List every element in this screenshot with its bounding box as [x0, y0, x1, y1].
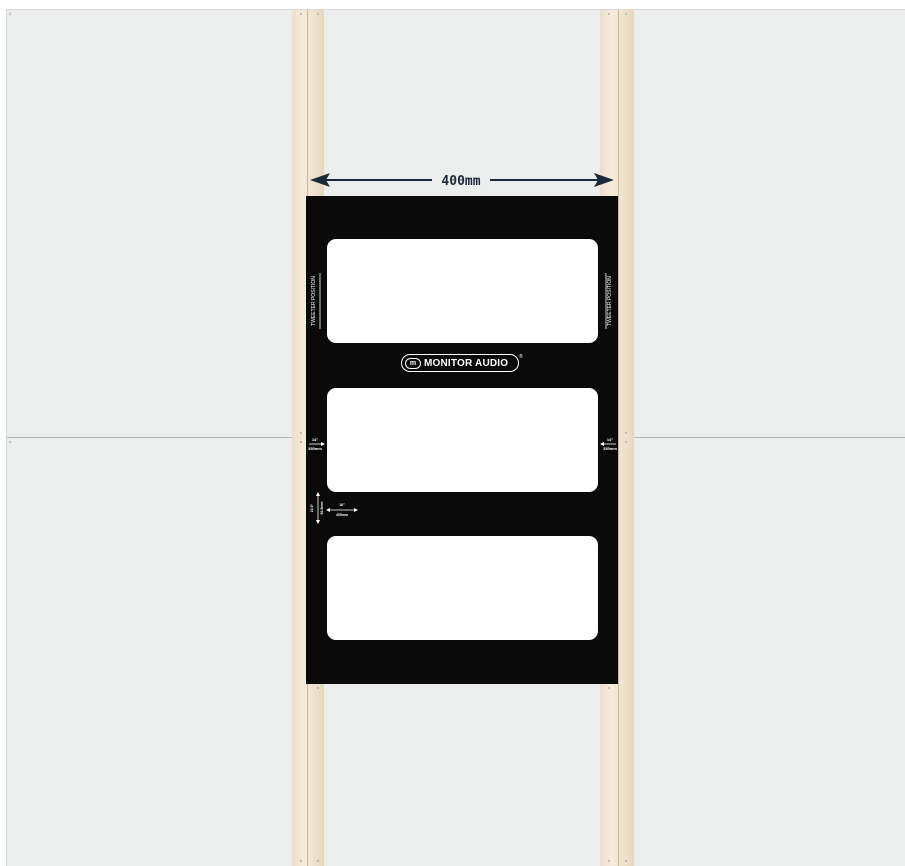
spacing-horizontal-inches: 16" — [339, 503, 345, 507]
speaker-cutout-template: m MONITOR AUDIO ® TWEETER POSITION TWEET… — [306, 196, 618, 684]
tweeter-label-right: TWEETER POSITION — [607, 276, 613, 326]
side-dim-inches-right: 14" — [607, 437, 613, 442]
tweeter-label-left: TWEETER POSITION — [311, 276, 317, 326]
spacing-vertical-arrow-down — [316, 520, 320, 524]
spacing-horizontal-arrow-left — [326, 508, 330, 512]
spacing-vertical-mm: 63.5mm — [320, 501, 324, 514]
spacing-vertical-arrow-up — [316, 492, 320, 496]
width-dimension-label: 400mm — [441, 174, 480, 189]
side-dim-mm-left: 355mm — [308, 446, 322, 451]
template-markings: TWEETER POSITION TWEETER POSITION 14" 35… — [308, 273, 617, 524]
spacing-vertical-inches: 22.5" — [310, 503, 314, 512]
spacing-horizontal-arrow-right — [354, 508, 358, 512]
side-dim-inches-left: 14" — [312, 437, 318, 442]
spacing-horizontal-mm: 405mm — [336, 513, 348, 517]
side-dim-mm-right: 355mm — [603, 446, 617, 451]
